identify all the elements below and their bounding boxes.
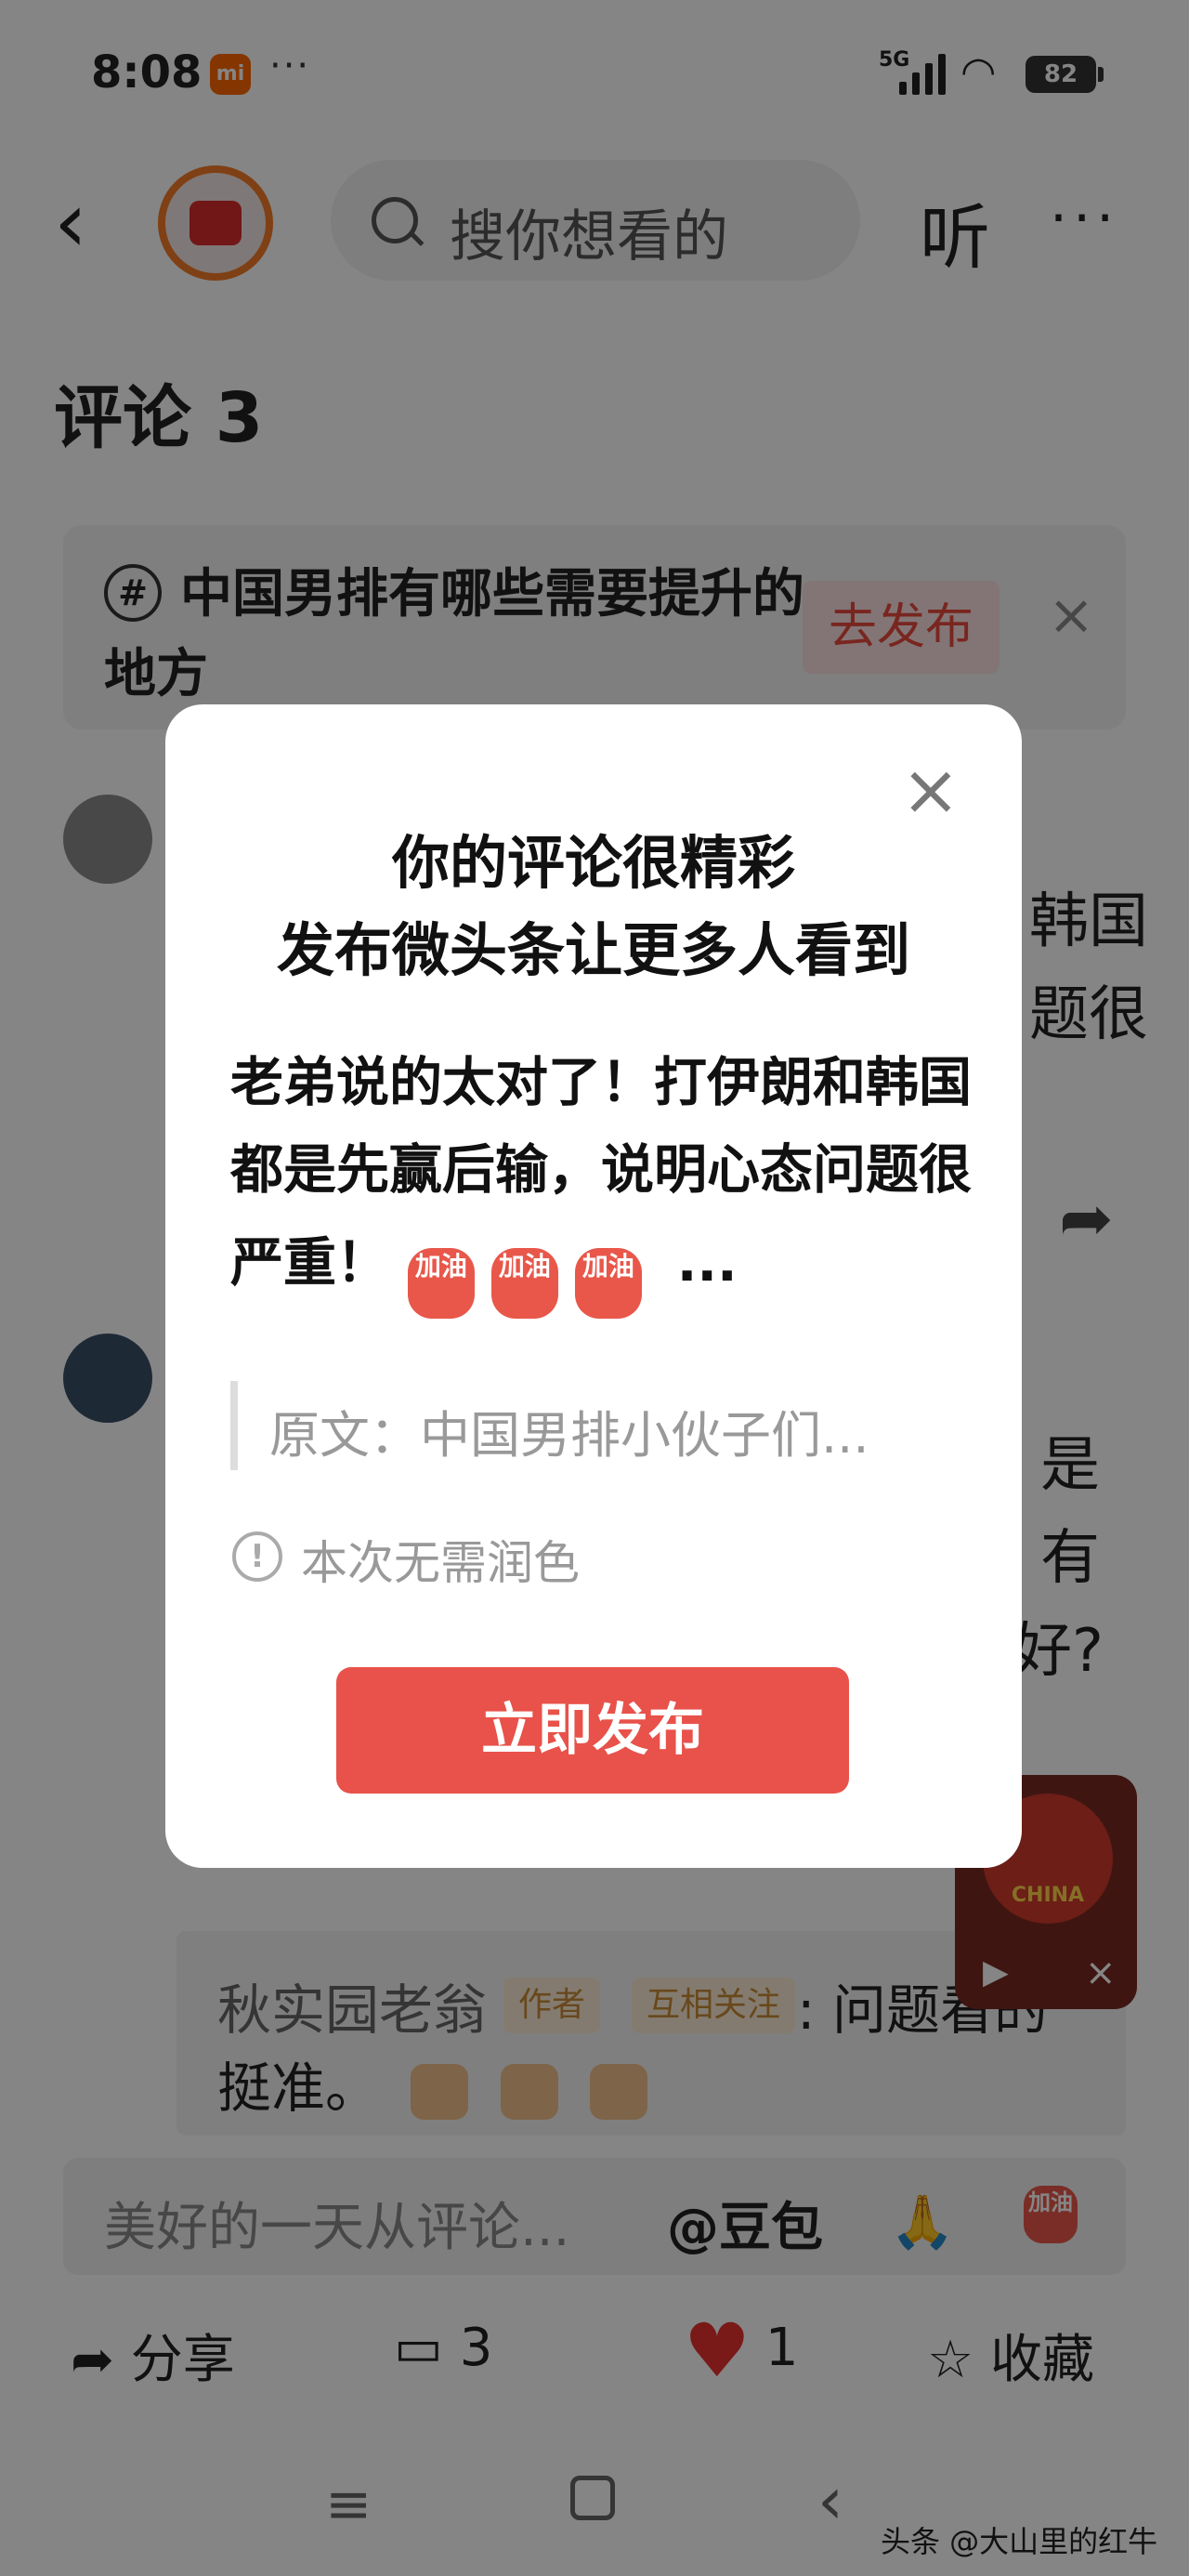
modal-title: 你的评论很精彩	[391, 829, 795, 897]
cheer-emojis: 加油 加油 加油	[407, 1214, 659, 1319]
quote-text: 原文：中国男排小伙子们...	[269, 1406, 869, 1465]
info-text: 本次无需润色	[301, 1536, 580, 1590]
info-icon: !	[232, 1531, 282, 1582]
modal-comment-text: 老弟说的太对了！打伊朗和韩国都是先赢后输，说明心态问题很严重！ 加油 加油 加油 .…	[230, 1039, 973, 1319]
cheer-icon: 加油	[574, 1248, 642, 1319]
close-icon[interactable]: ×	[901, 755, 960, 825]
cheer-icon: 加油	[490, 1248, 558, 1319]
modal-subtitle: 发布微头条让更多人看到	[276, 916, 910, 984]
publish-modal: × 你的评论很精彩 发布微头条让更多人看到 老弟说的太对了！打伊朗和韩国都是先赢…	[165, 704, 1022, 1868]
publish-now-button[interactable]: 立即发布	[336, 1667, 849, 1794]
original-quote: 原文：中国男排小伙子们...	[230, 1381, 973, 1470]
cheer-icon: 加油	[407, 1248, 475, 1319]
comment-ellipsis: ...	[676, 1232, 738, 1295]
overlay-status	[0, 0, 1189, 139]
